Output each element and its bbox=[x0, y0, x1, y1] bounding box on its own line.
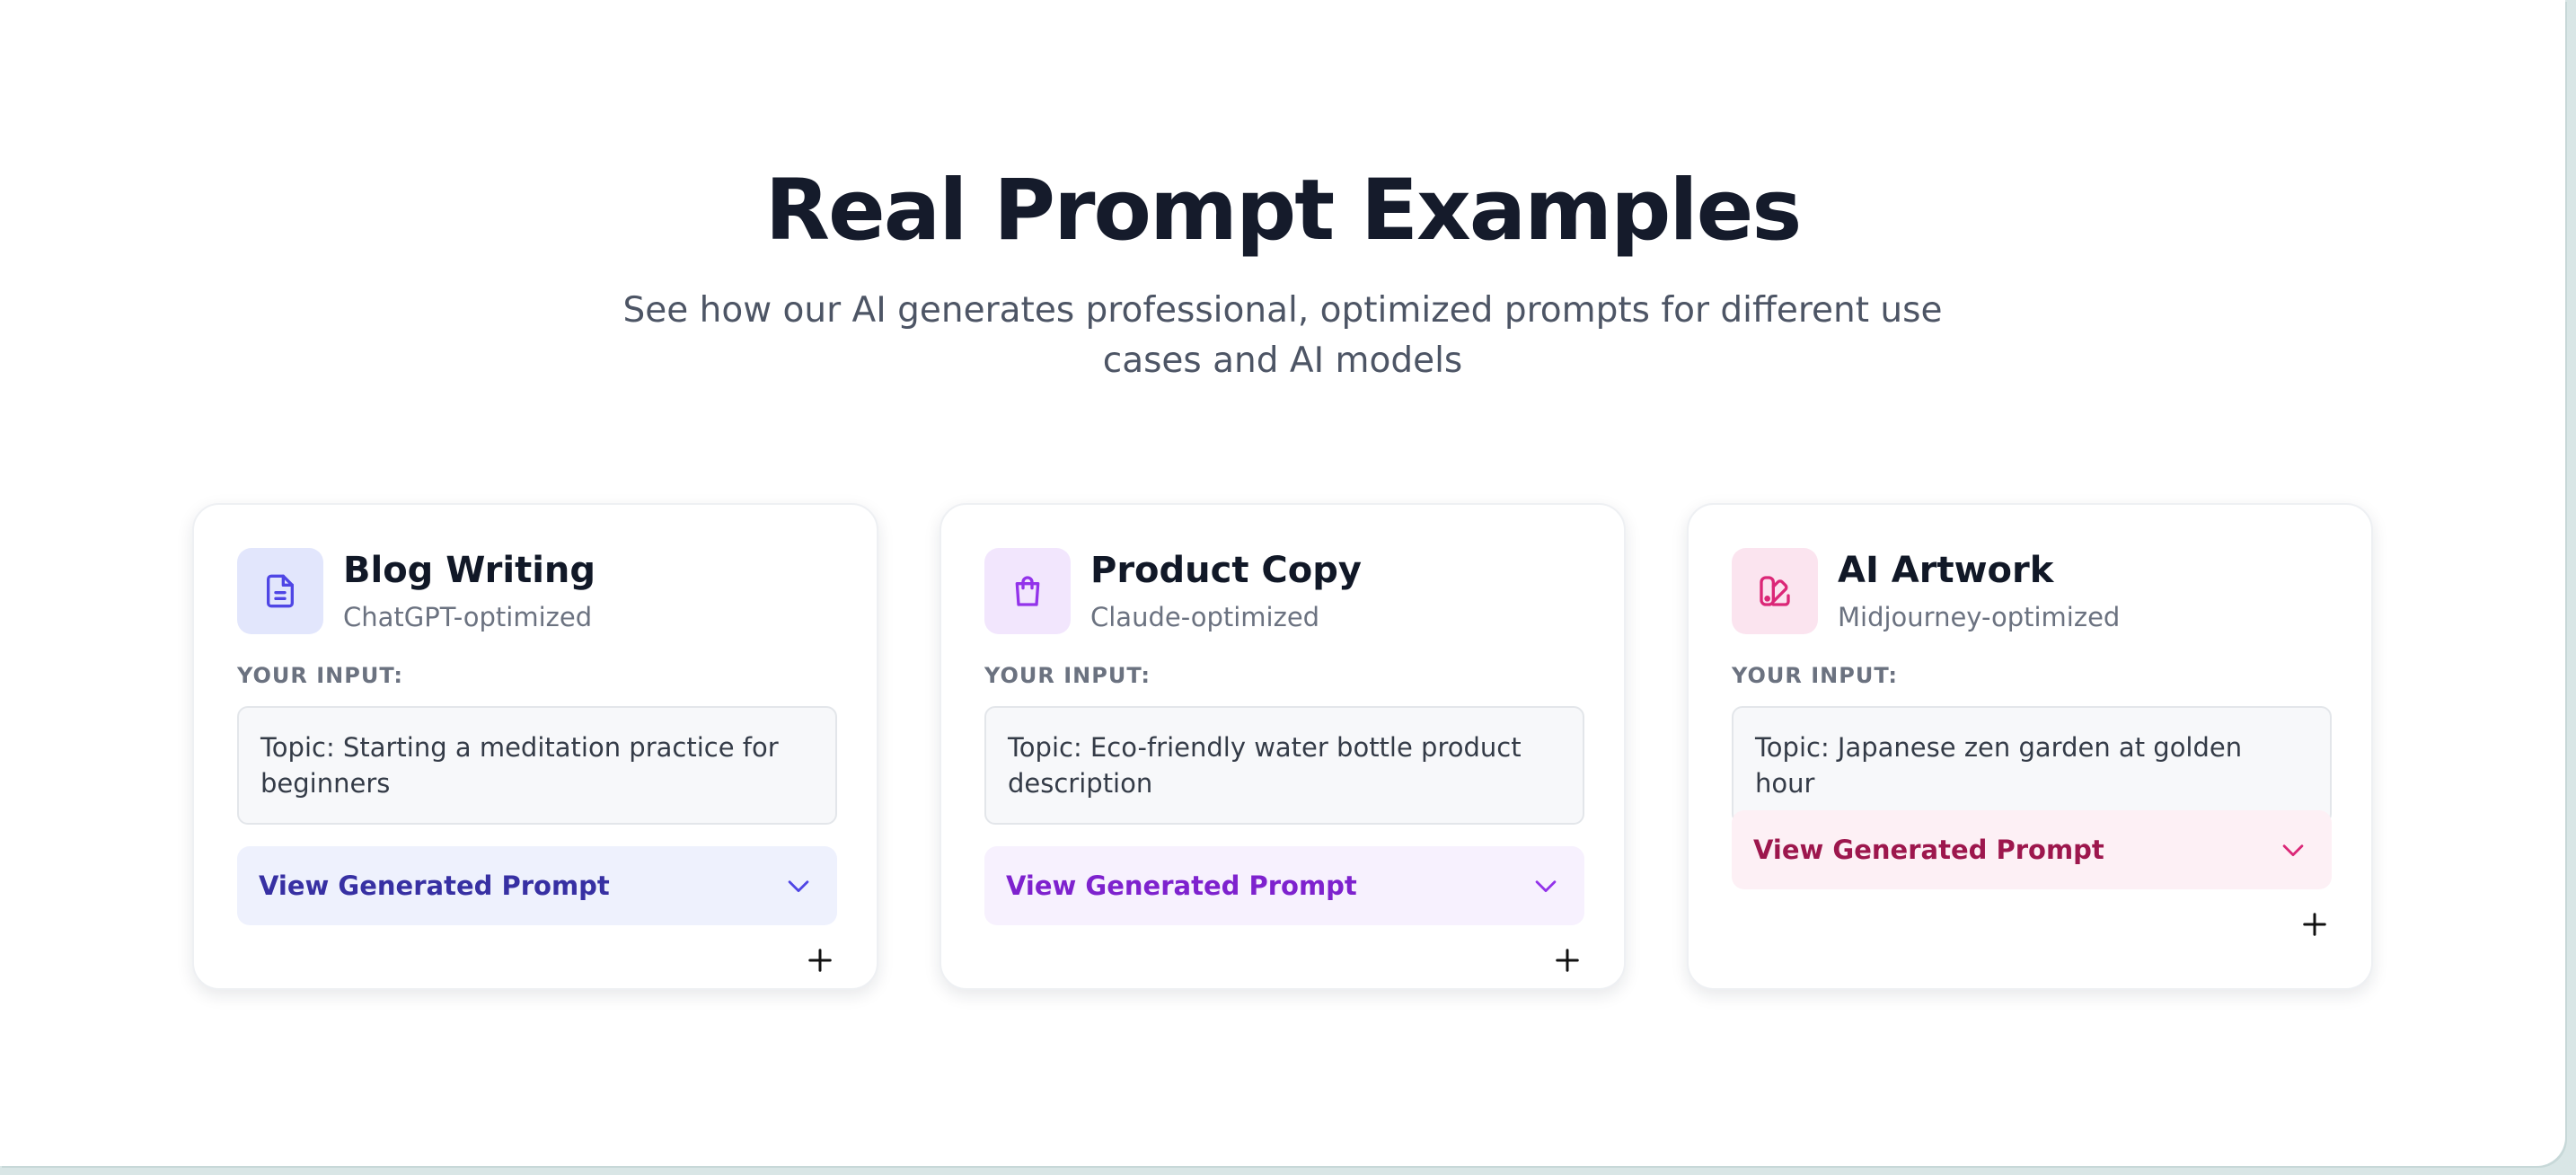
chevron-down-icon bbox=[2282, 844, 2304, 857]
input-text: Topic: Eco-friendly water bottle product… bbox=[984, 706, 1584, 825]
input-label: YOUR INPUT: bbox=[237, 663, 403, 688]
example-card-product-copy: Product Copy Claude-optimized YOUR INPUT… bbox=[940, 503, 1626, 990]
view-generated-prompt-button[interactable]: View Generated Prompt bbox=[1732, 810, 2332, 889]
view-generated-prompt-label: View Generated Prompt bbox=[259, 870, 610, 901]
input-label: YOUR INPUT: bbox=[1732, 663, 1898, 688]
view-generated-prompt-button[interactable]: View Generated Prompt bbox=[237, 846, 837, 925]
card-subtitle: Midjourney-optimized bbox=[1838, 602, 2121, 632]
section-subtitle: See how our AI generates professional, o… bbox=[622, 290, 1943, 381]
section-title: Real Prompt Examples bbox=[764, 162, 1803, 260]
card-title: Product Copy bbox=[1090, 550, 1362, 591]
card-title: Blog Writing bbox=[343, 550, 596, 591]
view-generated-prompt-label: View Generated Prompt bbox=[1753, 835, 2104, 865]
shopping-bag-icon bbox=[1015, 576, 1040, 606]
page: Real Prompt Examples See how our AI gene… bbox=[0, 0, 2565, 1166]
card-subtitle: Claude-optimized bbox=[1090, 602, 1320, 632]
card-icon-container bbox=[237, 548, 323, 634]
input-label: YOUR INPUT: bbox=[984, 663, 1151, 688]
input-text: Topic: Starting a meditation practice fo… bbox=[237, 706, 837, 825]
document-icon bbox=[267, 574, 294, 608]
view-generated-prompt-label: View Generated Prompt bbox=[1006, 870, 1357, 901]
input-text: Topic: Japanese zen garden at golden hou… bbox=[1732, 706, 2332, 825]
example-card-blog-writing: Blog Writing ChatGPT-optimized YOUR INPU… bbox=[192, 503, 878, 990]
plus-icon[interactable] bbox=[807, 947, 834, 974]
plus-icon[interactable] bbox=[1554, 947, 1581, 974]
example-card-ai-artwork: AI Artwork Midjourney-optimized YOUR INP… bbox=[1687, 503, 2373, 990]
palette-icon bbox=[1760, 576, 1790, 606]
chevron-down-icon bbox=[788, 880, 809, 893]
view-generated-prompt-button[interactable]: View Generated Prompt bbox=[984, 846, 1584, 925]
card-icon-container bbox=[984, 548, 1071, 634]
card-title: AI Artwork bbox=[1838, 550, 2054, 591]
chevron-down-icon bbox=[1535, 880, 1557, 893]
plus-icon[interactable] bbox=[2301, 911, 2328, 938]
card-icon-container bbox=[1732, 548, 1818, 634]
card-subtitle: ChatGPT-optimized bbox=[343, 602, 593, 632]
